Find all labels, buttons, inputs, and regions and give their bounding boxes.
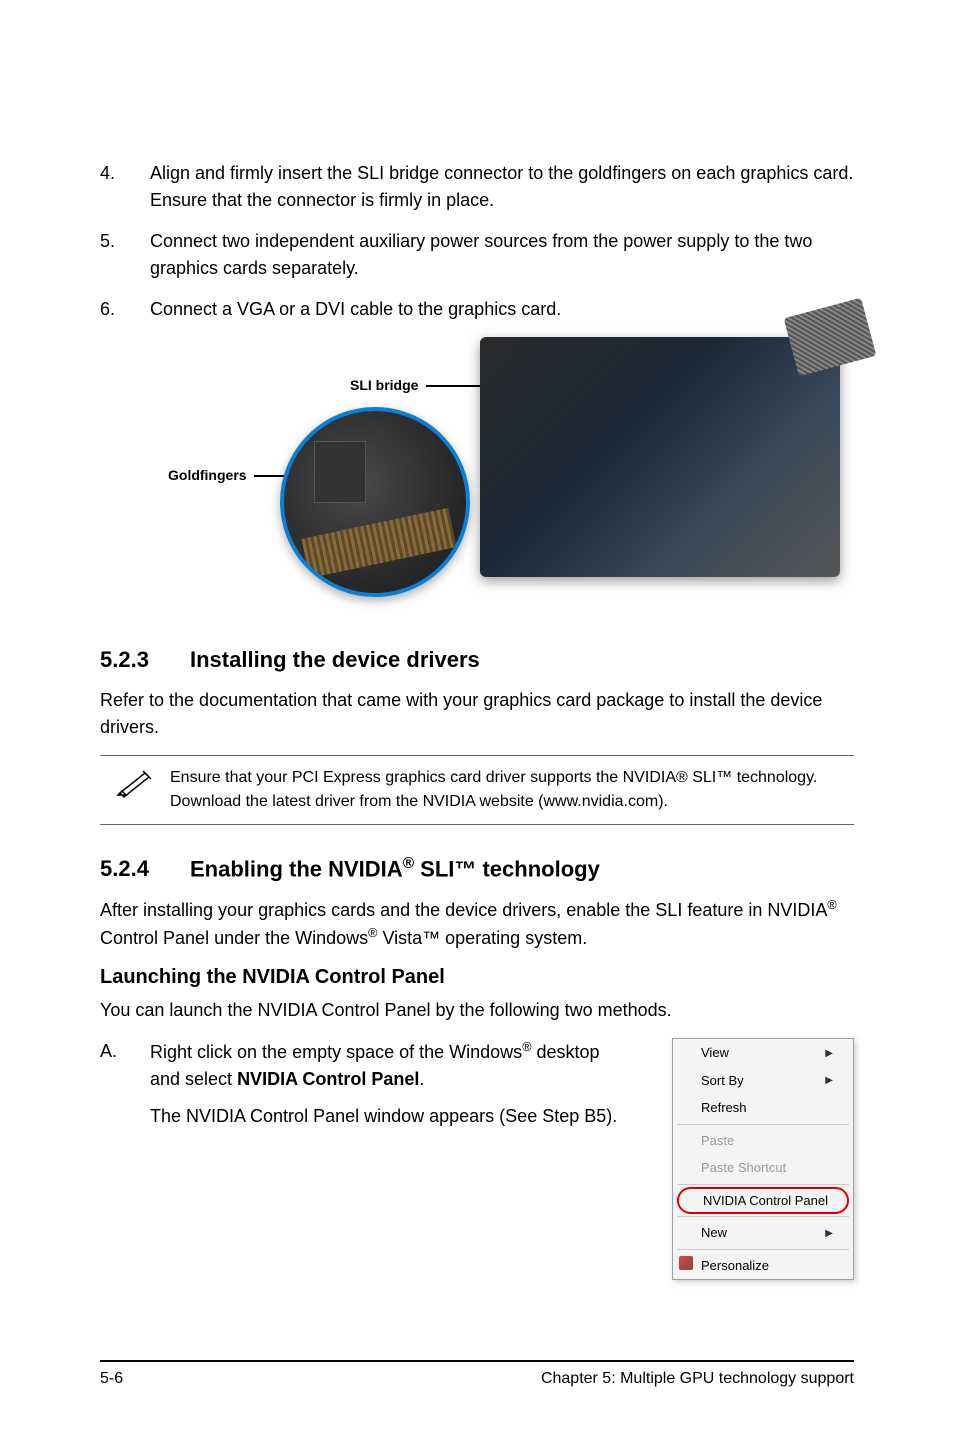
launch-heading: Launching the NVIDIA Control Panel [100, 966, 854, 989]
step-5: 5. Connect two independent auxiliary pow… [100, 228, 854, 282]
menu-label: Sort By [701, 1071, 744, 1091]
menu-label: Personalize [701, 1256, 769, 1276]
registered-mark: ® [827, 898, 836, 912]
step-text: Align and firmly insert the SLI bridge c… [150, 160, 854, 214]
menu-label: New [701, 1223, 727, 1243]
page-number: 5-6 [100, 1370, 123, 1388]
section-title-suffix: SLI™ technology [414, 856, 600, 881]
registered-mark: ® [403, 855, 414, 872]
submenu-arrow-icon: ▶ [825, 1046, 833, 1061]
menu-label: Paste [701, 1131, 734, 1151]
submenu-arrow-icon: ▶ [825, 1073, 833, 1088]
menu-item-nvidia-control-panel[interactable]: NVIDIA Control Panel [677, 1187, 849, 1215]
line1-bold: NVIDIA Control Panel [237, 1069, 419, 1089]
menu-item-sortby[interactable]: Sort By ▶ [673, 1067, 853, 1095]
section-title-prefix: Enabling the NVIDIA [190, 856, 403, 881]
menu-item-paste-shortcut: Paste Shortcut [673, 1154, 853, 1182]
menu-label: Refresh [701, 1098, 747, 1118]
menu-separator [677, 1184, 849, 1185]
page-footer: 5-6 Chapter 5: Multiple GPU technology s… [100, 1360, 854, 1388]
step-letter: A. [100, 1038, 150, 1280]
chapter-title: Chapter 5: Multiple GPU technology suppo… [541, 1370, 854, 1388]
step-number: 4. [100, 160, 150, 214]
step-a-content: Right click on the empty space of the Wi… [150, 1038, 654, 1280]
section-523-heading: 5.2.3Installing the device drivers [100, 647, 854, 673]
step-text: Connect a VGA or a DVI cable to the grap… [150, 296, 854, 323]
step-text: Connect two independent auxiliary power … [150, 228, 854, 282]
graphics-card-photo [480, 337, 840, 577]
step-number: 6. [100, 296, 150, 323]
section-number: 5.2.4 [100, 856, 190, 882]
launch-body: You can launch the NVIDIA Control Panel … [100, 997, 854, 1024]
section-524-body: After installing your graphics cards and… [100, 896, 854, 952]
menu-separator [677, 1124, 849, 1125]
section-title: Installing the device drivers [190, 647, 480, 672]
body-suffix: Vista™ operating system. [377, 928, 587, 948]
note-icon [100, 766, 170, 798]
note-box: Ensure that your PCI Express graphics ca… [100, 755, 854, 825]
menu-separator [677, 1216, 849, 1217]
section-524-heading: 5.2.4Enabling the NVIDIA® SLI™ technolog… [100, 855, 854, 882]
step-number: 5. [100, 228, 150, 282]
line1-end: . [419, 1069, 424, 1089]
line1-prefix: Right click on the empty space of the Wi… [150, 1042, 522, 1062]
section-number: 5.2.3 [100, 647, 190, 673]
sli-bridge-figure: SLI bridge Goldfingers [100, 337, 854, 617]
label-goldfingers: Goldfingers [168, 467, 247, 483]
menu-item-new[interactable]: New ▶ [673, 1219, 853, 1247]
menu-item-paste: Paste [673, 1127, 853, 1155]
step-a-line2: The NVIDIA Control Panel window appears … [150, 1103, 634, 1130]
note-text: Ensure that your PCI Express graphics ca… [170, 766, 854, 814]
section-523-body: Refer to the documentation that came wit… [100, 687, 854, 741]
step-6: 6. Connect a VGA or a DVI cable to the g… [100, 296, 854, 323]
context-menu: View ▶ Sort By ▶ Refresh Paste Paste Sho… [672, 1038, 854, 1280]
context-menu-screenshot: View ▶ Sort By ▶ Refresh Paste Paste Sho… [654, 1038, 854, 1280]
step-a-line1: Right click on the empty space of the Wi… [150, 1038, 634, 1093]
submenu-arrow-icon: ▶ [825, 1226, 833, 1241]
step-4: 4. Align and firmly insert the SLI bridg… [100, 160, 854, 214]
menu-label: View [701, 1043, 729, 1063]
detail-circle-photo [280, 407, 470, 597]
step-a-row: A. Right click on the empty space of the… [100, 1038, 854, 1280]
menu-label: Paste Shortcut [701, 1158, 786, 1178]
menu-item-view[interactable]: View ▶ [673, 1039, 853, 1067]
menu-label: NVIDIA Control Panel [703, 1193, 828, 1208]
label-sli-bridge: SLI bridge [350, 377, 418, 393]
menu-item-personalize[interactable]: Personalize [673, 1252, 853, 1280]
body-mid: Control Panel under the Windows [100, 928, 368, 948]
personalize-icon [679, 1256, 693, 1270]
menu-item-refresh[interactable]: Refresh [673, 1094, 853, 1122]
body-prefix: After installing your graphics cards and… [100, 900, 827, 920]
menu-separator [677, 1249, 849, 1250]
